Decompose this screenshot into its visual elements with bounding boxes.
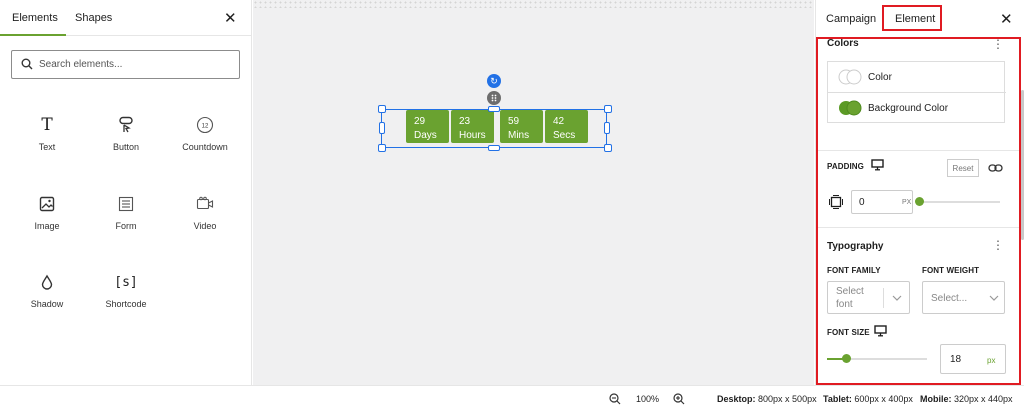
countdown-icon-text: 12 <box>202 124 209 130</box>
close-icon[interactable]: ✕ <box>1000 10 1013 28</box>
elements-panel: Elements Shapes ✕ T Text Button <box>0 0 252 385</box>
left-tabs: Elements Shapes ✕ <box>0 0 251 36</box>
zoom-level: 100% <box>636 394 660 404</box>
element-form[interactable]: Form <box>86 193 166 231</box>
close-icon[interactable]: ✕ <box>224 9 237 27</box>
text-icon: T <box>41 115 53 135</box>
element-label: Countdown <box>182 142 228 152</box>
search-icon <box>21 58 33 70</box>
element-video[interactable]: Video <box>165 193 245 231</box>
resize-handle-top-left[interactable] <box>378 105 386 113</box>
element-label: Text <box>38 142 56 152</box>
element-shadow[interactable]: Shadow <box>7 271 87 309</box>
element-label: Image <box>34 221 60 231</box>
element-image[interactable]: Image <box>7 193 87 231</box>
zoom-out-icon[interactable] <box>609 393 621 405</box>
image-icon <box>39 196 55 212</box>
mobile-size[interactable]: Mobile: 320px x 440px <box>920 394 1013 404</box>
editor-app: Elements Shapes ✕ T Text Button <box>0 0 1024 411</box>
status-bar: 100% Desktop: 800px x 500px Tablet: 600p… <box>0 385 1024 411</box>
zoom-in-icon[interactable] <box>673 393 685 405</box>
resize-handle-right[interactable] <box>604 122 610 134</box>
shadow-icon <box>41 274 53 290</box>
element-label: Shadow <box>30 299 64 309</box>
element-label: Form <box>115 221 137 231</box>
resize-handle-top[interactable] <box>488 106 500 112</box>
tab-campaign[interactable]: Campaign <box>826 13 876 25</box>
element-button[interactable]: Button <box>86 114 166 152</box>
tab-elements[interactable]: Elements <box>12 12 58 24</box>
resize-handle-bottom[interactable] <box>488 145 500 151</box>
resize-handle-top-right[interactable] <box>604 105 612 113</box>
element-label: Button <box>112 142 140 152</box>
element-text[interactable]: T Text <box>7 114 87 152</box>
element-label: Shortcode <box>105 299 147 309</box>
search-box <box>11 50 240 79</box>
desktop-size[interactable]: Desktop: 800px x 500px <box>717 394 817 404</box>
countdown-icon: 12 <box>196 116 214 134</box>
search-input[interactable] <box>39 55 235 74</box>
element-settings-highlight <box>816 37 1021 385</box>
video-icon <box>196 196 214 210</box>
drag-handle-icon[interactable] <box>487 91 501 105</box>
resize-handle-left[interactable] <box>379 122 385 134</box>
tab-shapes[interactable]: Shapes <box>75 12 112 24</box>
tab-element[interactable]: Element <box>895 13 935 25</box>
element-label: Video <box>193 221 217 231</box>
settings-panel: Campaign Element ✕ Colors ⋮ Color Backgr… <box>815 0 1024 385</box>
design-canvas[interactable]: ↻ 29 Days 23 Hours 59 Mins 42 Secs <box>253 0 814 385</box>
element-countdown[interactable]: 12 Countdown <box>165 114 245 152</box>
active-tab-indicator <box>0 34 66 36</box>
button-icon <box>119 116 133 133</box>
element-shortcode[interactable]: [s] Shortcode <box>86 271 166 310</box>
shortcode-icon: [s] <box>114 274 138 290</box>
resize-handle-bottom-right[interactable] <box>604 144 612 152</box>
selection-frame <box>381 109 607 148</box>
resize-handle-bottom-left[interactable] <box>378 144 386 152</box>
form-icon <box>118 196 134 212</box>
canvas-grid <box>253 0 814 8</box>
tablet-size[interactable]: Tablet: 600px x 400px <box>823 394 913 404</box>
rotate-icon[interactable]: ↻ <box>487 74 501 88</box>
